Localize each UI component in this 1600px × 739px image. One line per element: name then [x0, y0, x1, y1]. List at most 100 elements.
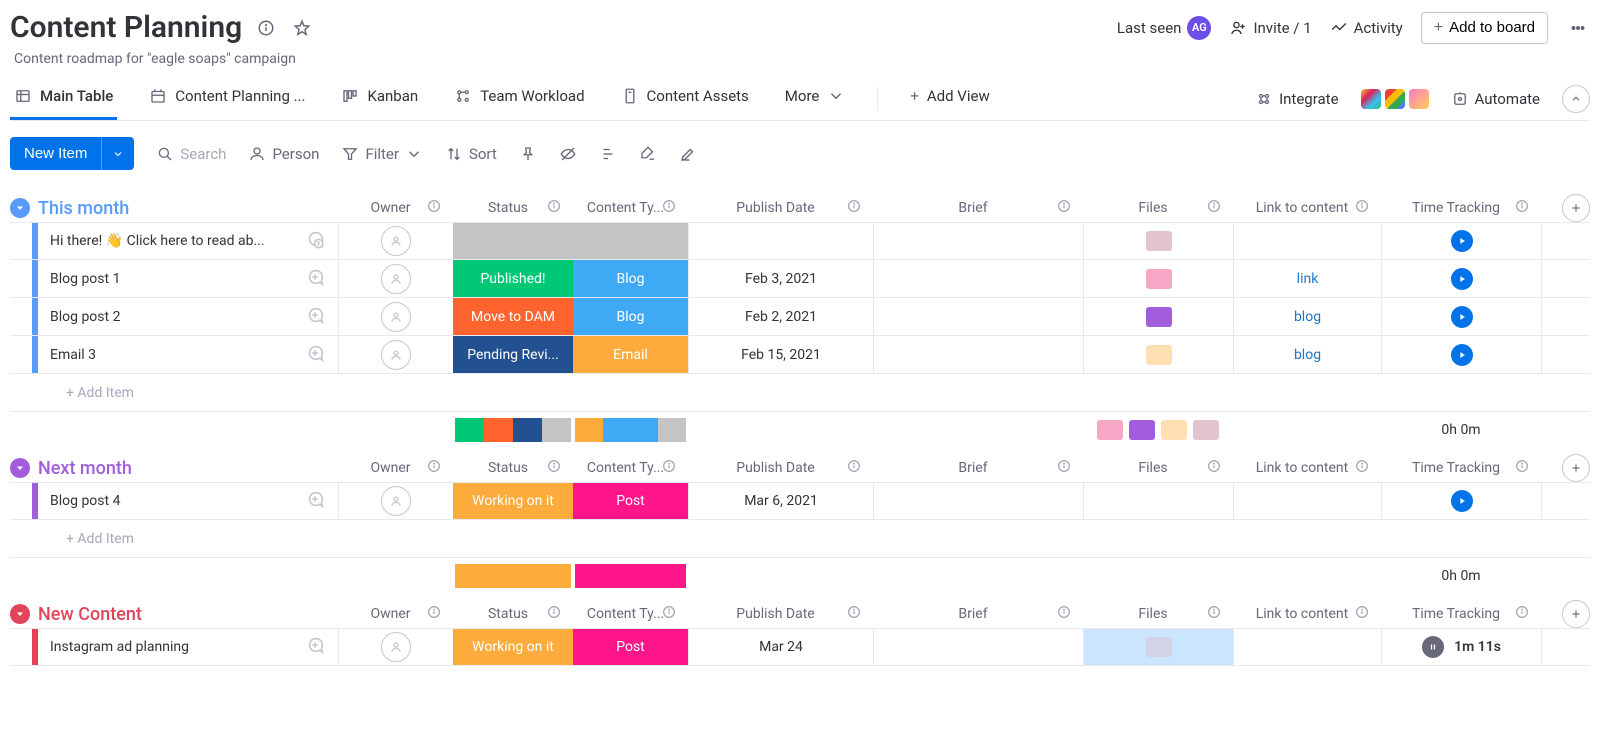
edit-icon[interactable] [679, 145, 697, 163]
column-content_type[interactable]: Content Ty... [568, 460, 683, 476]
info-icon[interactable] [1056, 604, 1072, 624]
info-icon[interactable] [846, 458, 862, 478]
column-publish_date[interactable]: Publish Date [683, 200, 868, 216]
brief-cell[interactable] [873, 298, 1083, 335]
column-publish_date[interactable]: Publish Date [683, 460, 868, 476]
status-cell[interactable]: Working on it [453, 629, 573, 665]
tab-main-table[interactable]: Main Table [10, 77, 117, 120]
time-tracking-cell[interactable]: 1m 11s [1381, 629, 1541, 665]
content-type-cell[interactable]: Post [573, 629, 688, 665]
info-icon[interactable] [661, 458, 677, 478]
content-type-cell[interactable]: Post [573, 483, 688, 519]
owner-avatar[interactable] [381, 486, 411, 516]
content-type-cell[interactable]: Blog [573, 298, 688, 335]
link-cell[interactable] [1233, 483, 1381, 519]
column-link[interactable]: Link to content [1228, 606, 1376, 622]
add-conversation-icon[interactable] [304, 266, 330, 292]
column-brief[interactable]: Brief [868, 460, 1078, 476]
status-cell[interactable]: Working on it [453, 483, 573, 519]
link-cell[interactable]: blog [1233, 336, 1381, 373]
link-cell[interactable]: blog [1233, 298, 1381, 335]
add-column-button[interactable] [1562, 454, 1590, 482]
person-filter[interactable]: Person [248, 145, 319, 163]
column-brief[interactable]: Brief [868, 606, 1078, 622]
column-status[interactable]: Status [448, 460, 568, 476]
link-cell[interactable]: link [1233, 260, 1381, 297]
column-files[interactable]: Files [1078, 606, 1228, 622]
content-type-cell[interactable]: Email [573, 336, 688, 373]
column-owner[interactable]: Owner [333, 606, 448, 622]
info-icon[interactable] [1354, 458, 1370, 478]
sort-button[interactable]: Sort [445, 145, 497, 163]
new-item-button[interactable]: New Item [10, 137, 101, 170]
status-cell[interactable] [453, 223, 573, 259]
info-icon[interactable] [546, 198, 562, 218]
automate-button[interactable]: Automate [1451, 90, 1540, 108]
column-content_type[interactable]: Content Ty... [568, 606, 683, 622]
owner-avatar[interactable] [381, 632, 411, 662]
tab-content-planning-[interactable]: Content Planning ... [145, 77, 309, 120]
info-icon[interactable] [846, 198, 862, 218]
item-name[interactable]: Blog post 1 [50, 271, 304, 287]
owner-avatar[interactable] [381, 264, 411, 294]
group-collapse-toggle[interactable] [10, 198, 30, 218]
search-input[interactable]: Search [156, 145, 226, 163]
column-publish_date[interactable]: Publish Date [683, 606, 868, 622]
info-icon[interactable] [1514, 198, 1530, 218]
add-item-input[interactable]: + Add Item [38, 531, 338, 547]
item-name[interactable]: Blog post 2 [50, 309, 304, 325]
collapse-icon[interactable] [1562, 85, 1590, 113]
tab-kanban[interactable]: Kanban [337, 77, 422, 120]
brief-cell[interactable] [873, 260, 1083, 297]
play-icon[interactable] [1451, 306, 1473, 328]
column-owner[interactable]: Owner [333, 460, 448, 476]
publish-date-cell[interactable] [688, 223, 873, 259]
info-icon[interactable] [1354, 198, 1370, 218]
add-item-input[interactable]: + Add Item [38, 385, 338, 401]
brief-cell[interactable] [873, 223, 1083, 259]
content-type-cell[interactable]: Blog [573, 260, 688, 297]
group-title[interactable]: New Content [38, 604, 333, 625]
tab-team-workload[interactable]: Team Workload [450, 77, 588, 120]
tabs-more[interactable]: More [781, 77, 850, 120]
time-tracking-cell[interactable] [1381, 336, 1541, 373]
add-column-button[interactable] [1562, 194, 1590, 222]
info-icon[interactable] [1206, 604, 1222, 624]
pin-icon[interactable] [519, 145, 537, 163]
info-icon[interactable] [546, 604, 562, 624]
publish-date-cell[interactable]: Feb 15, 2021 [688, 336, 873, 373]
brief-cell[interactable] [873, 336, 1083, 373]
info-icon[interactable] [1354, 604, 1370, 624]
files-cell[interactable] [1083, 629, 1233, 665]
info-icon[interactable] [1514, 604, 1530, 624]
add-column-button[interactable] [1562, 600, 1590, 628]
play-icon[interactable] [1451, 230, 1473, 252]
info-icon[interactable] [1056, 458, 1072, 478]
content-type-cell[interactable] [573, 223, 688, 259]
item-name[interactable]: Blog post 4 [50, 493, 304, 509]
status-cell[interactable]: Published! [453, 260, 573, 297]
column-status[interactable]: Status [448, 200, 568, 216]
info-icon[interactable] [661, 198, 677, 218]
link-cell[interactable] [1233, 629, 1381, 665]
files-cell[interactable] [1083, 483, 1233, 519]
new-item-dropdown[interactable] [101, 137, 134, 170]
column-content_type[interactable]: Content Ty... [568, 200, 683, 216]
filter-button[interactable]: Filter [341, 145, 423, 163]
column-link[interactable]: Link to content [1228, 200, 1376, 216]
column-link[interactable]: Link to content [1228, 460, 1376, 476]
time-tracking-cell[interactable] [1381, 483, 1541, 519]
more-menu-icon[interactable] [1566, 16, 1590, 40]
add-conversation-icon[interactable] [304, 488, 330, 514]
info-icon[interactable] [1056, 198, 1072, 218]
column-owner[interactable]: Owner [333, 200, 448, 216]
link-cell[interactable] [1233, 223, 1381, 259]
pause-icon[interactable] [1422, 636, 1444, 658]
height-icon[interactable] [599, 145, 617, 163]
add-view-button[interactable]: +Add View [906, 77, 993, 120]
brief-cell[interactable] [873, 629, 1083, 665]
files-cell[interactable] [1083, 223, 1233, 259]
group-collapse-toggle[interactable] [10, 458, 30, 478]
publish-date-cell[interactable]: Mar 6, 2021 [688, 483, 873, 519]
conversation-icon[interactable]: 1 [304, 228, 330, 254]
